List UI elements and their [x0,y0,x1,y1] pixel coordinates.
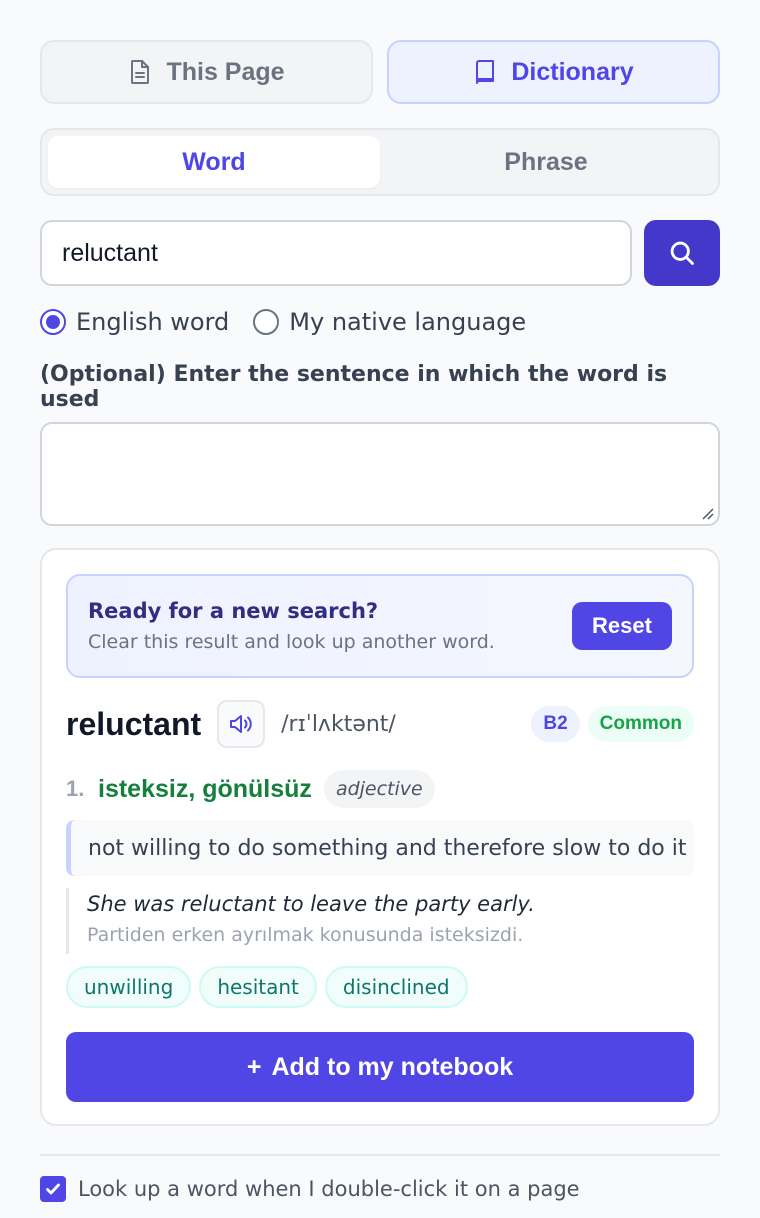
add-to-notebook-label: Add to my notebook [271,1052,514,1081]
search-button[interactable] [644,220,720,286]
add-to-notebook-button[interactable]: + Add to my notebook [66,1032,694,1102]
dictionary-label: Dictionary [511,57,634,86]
double-click-label: Look up a word when I double-click it on… [78,1177,580,1201]
banner-title: Ready for a new search? [88,599,379,623]
sentence-label: (Optional) Enter the sentence in which t… [40,362,668,412]
word-header: reluctant /rɪˈlʌktənt/ B2 Common [66,700,694,748]
search-icon [670,241,694,265]
banner-text: Ready for a new search? Clear this resul… [88,599,495,653]
tab-word[interactable]: Word [48,136,380,188]
divider [40,1154,720,1156]
dictionary-button[interactable]: Dictionary [387,40,720,104]
book-icon [476,60,495,84]
pronounce-button[interactable] [217,700,266,748]
popup-root: This Page Dictionary Word Phrase English… [40,40,720,1202]
example-english: She was reluctant to leave the party ear… [87,892,535,916]
example-block: She was reluctant to leave the party ear… [66,888,694,954]
radio-english-word[interactable]: English word [40,308,229,336]
banner-subtitle: Clear this result and look up another wo… [88,631,495,653]
mode-switcher: This Page Dictionary [40,40,720,104]
document-icon [131,60,150,84]
word-phrase-toggle: Word Phrase [40,128,720,196]
part-of-speech-tag: adjective [323,770,435,808]
headword: reluctant [66,705,202,742]
sense-translation: isteksiz, gönülsüz [98,774,312,803]
tab-phrase[interactable]: Phrase [380,136,712,188]
checkmark-icon [46,1183,60,1195]
synonym-chip[interactable]: hesitant [199,966,317,1008]
double-click-setting[interactable]: Look up a word when I double-click it on… [40,1176,720,1202]
phonetic-transcription: /rɪˈlʌktənt/ [281,711,396,737]
result-card: Ready for a new search? Clear this resul… [40,548,720,1126]
this-page-button[interactable]: This Page [40,40,373,104]
definition: not willing to do something and therefor… [66,820,694,876]
sentence-textarea[interactable] [40,422,720,526]
radio-english-label: English word [76,308,230,336]
synonym-list: unwilling hesitant disinclined [66,966,694,1008]
radio-button-checked[interactable] [40,309,66,335]
search-input[interactable] [40,220,632,286]
sense-number: 1. [66,776,85,801]
radio-native-label: My native language [289,308,527,336]
frequency-badge: Common [587,706,694,742]
radio-button-unchecked[interactable] [253,309,280,335]
badges: B2 Common [531,706,694,742]
language-radio-group: English word My native language [40,308,720,336]
search-row [40,220,720,286]
this-page-label: This Page [166,57,285,86]
example-translation: Partiden erken ayrılmak konusunda isteks… [87,924,524,946]
double-click-checkbox[interactable] [40,1176,66,1202]
sense-header: 1. isteksiz, gönülsüz adjective [66,770,694,808]
synonym-chip[interactable]: unwilling [66,966,192,1008]
plus-icon: + [246,1052,262,1081]
new-search-banner: Ready for a new search? Clear this resul… [66,574,694,678]
speaker-icon [230,715,252,733]
synonym-chip[interactable]: disinclined [324,966,468,1008]
radio-native-language[interactable]: My native language [253,308,526,336]
resize-grip-icon[interactable] [700,506,714,520]
level-badge: B2 [531,706,580,742]
reset-button[interactable]: Reset [572,602,672,650]
